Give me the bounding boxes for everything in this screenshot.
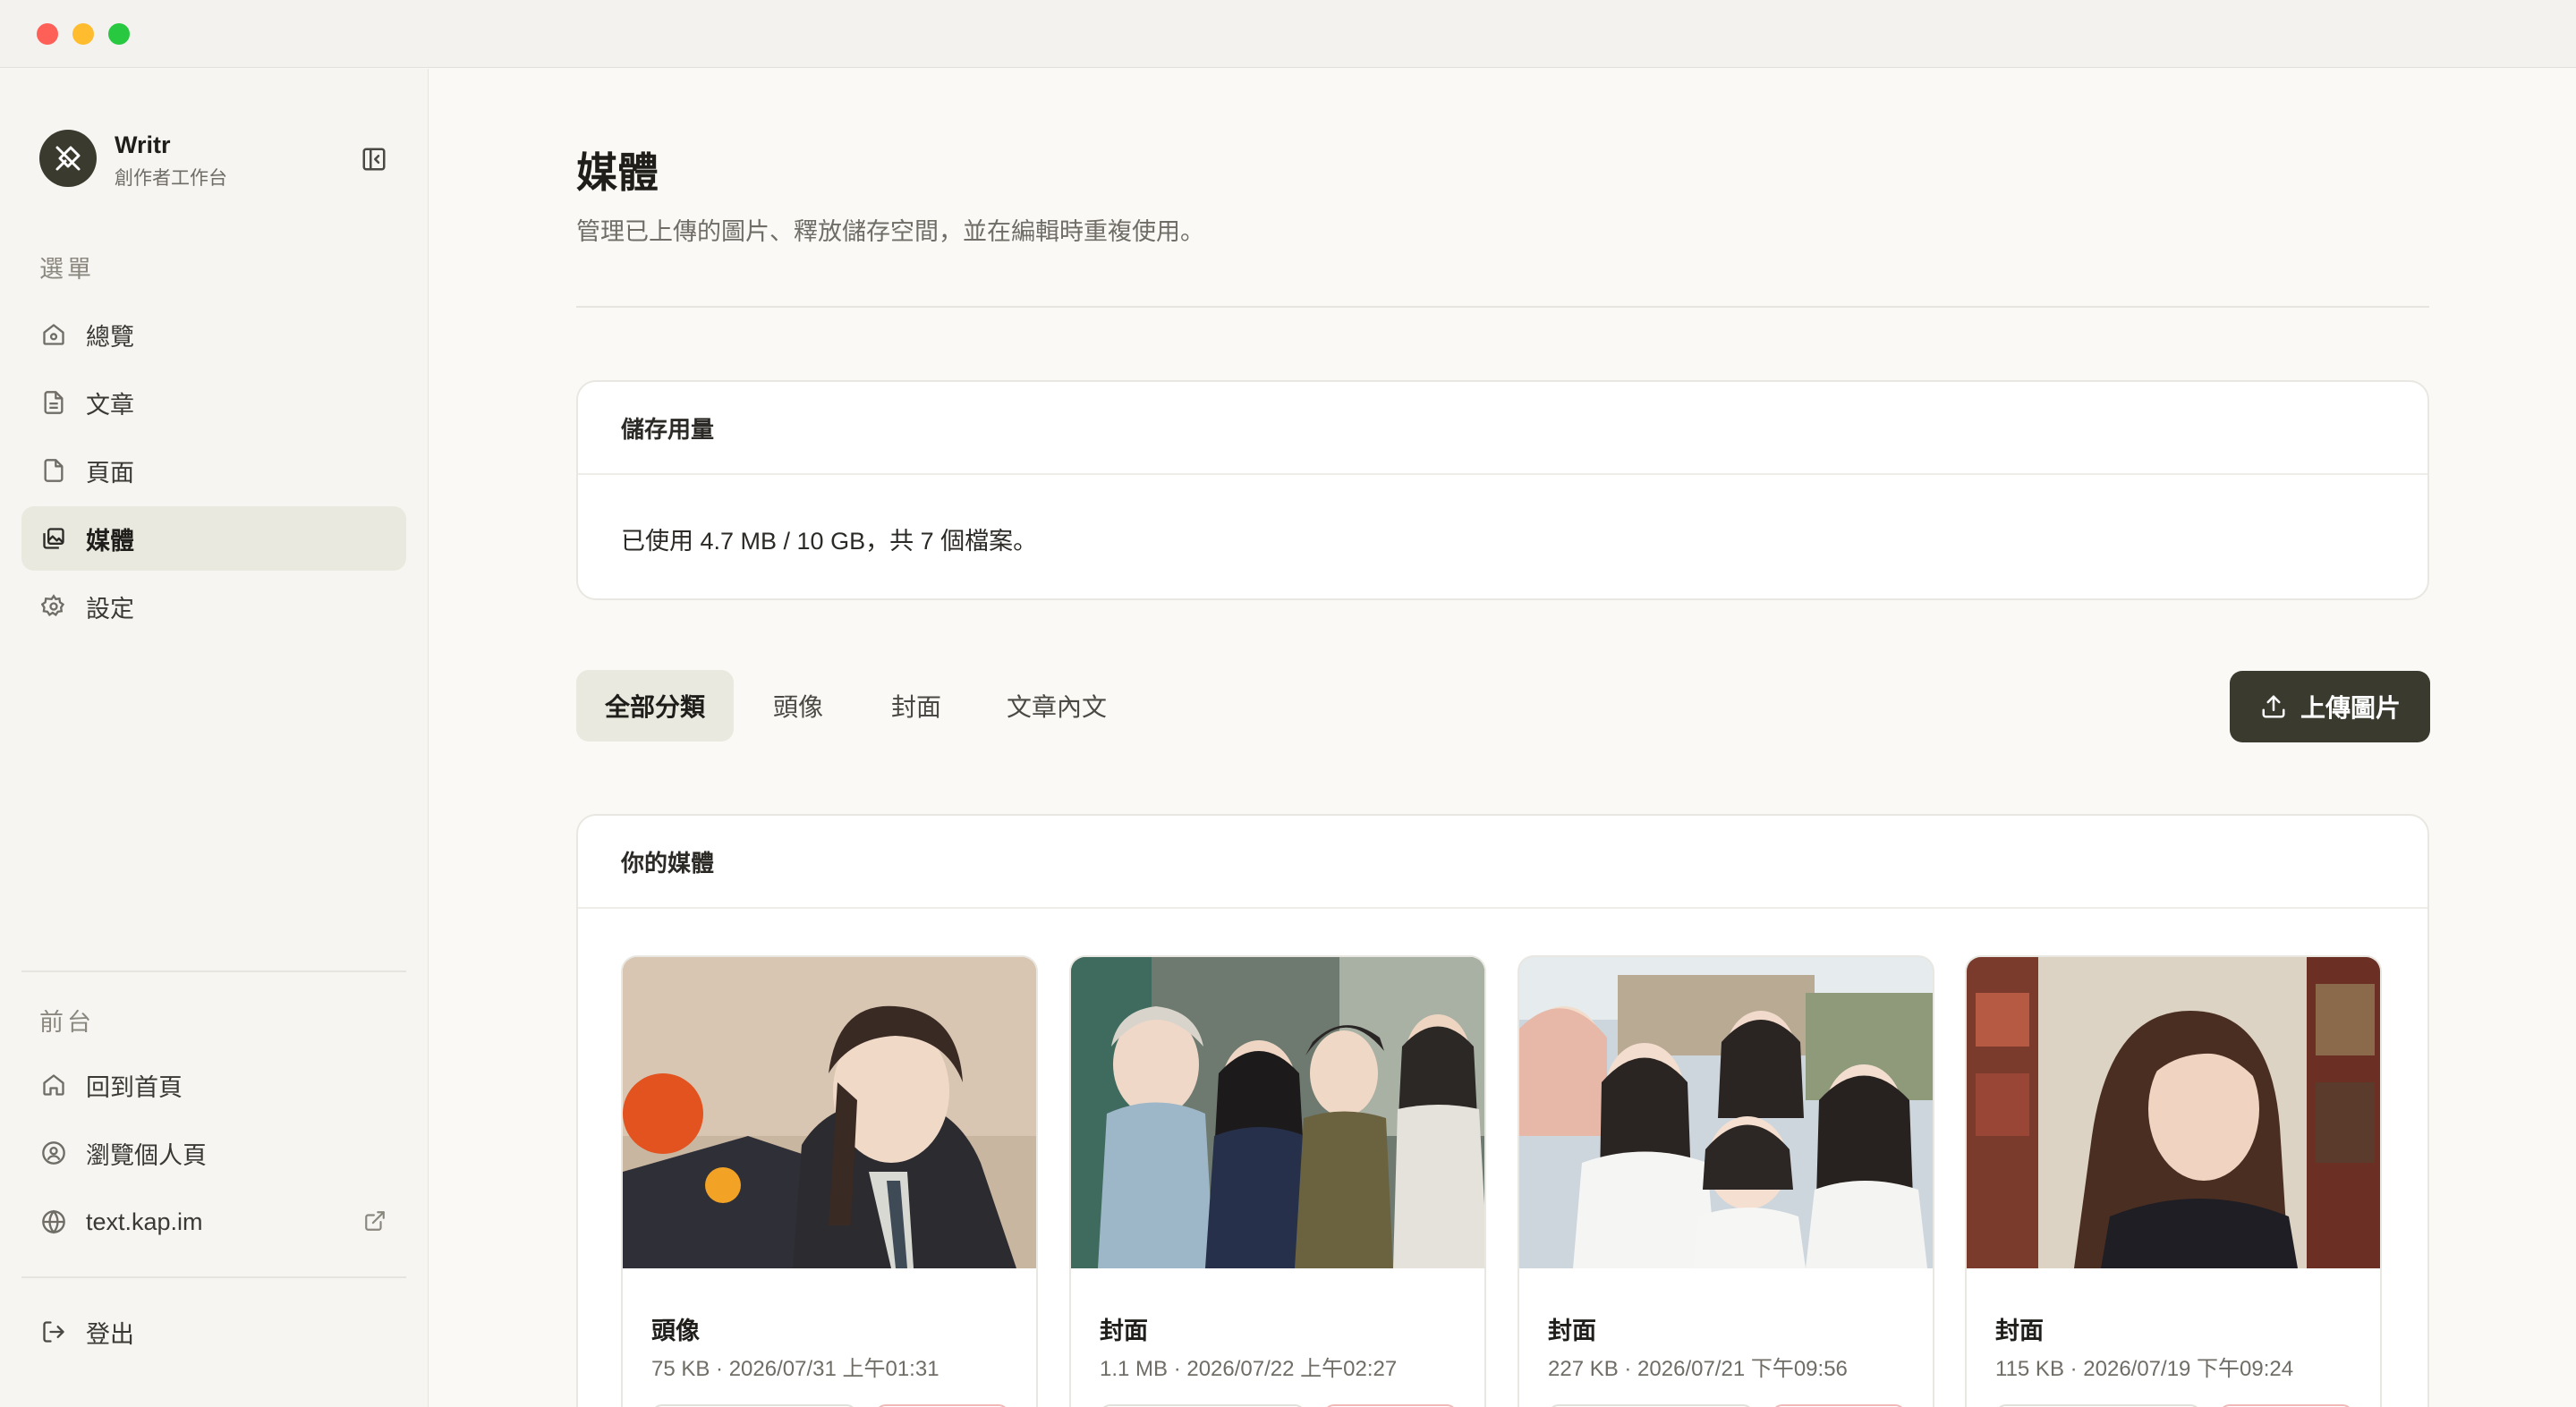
upload-icon bbox=[2259, 692, 2288, 721]
tab-all[interactable]: 全部分類 bbox=[576, 670, 734, 742]
media-item-meta: 115 KB · 2026/07/19 下午09:24 bbox=[1995, 1357, 2294, 1381]
sidebar-item-label: 設定 bbox=[86, 595, 134, 623]
page-icon bbox=[39, 456, 68, 485]
gear-icon bbox=[39, 592, 68, 621]
sidebar-item-media[interactable]: 媒體 bbox=[21, 506, 406, 571]
media-item[interactable]: 封面 1.1 MB · 2026/07/22 上午02:27 bbox=[1069, 955, 1486, 1407]
sidebar-item-articles[interactable]: 文章 bbox=[21, 370, 406, 435]
sidebar-item-label: 媒體 bbox=[86, 527, 134, 555]
sidebar-item-site-link[interactable]: text.kap.im bbox=[21, 1190, 406, 1254]
sidebar-divider bbox=[21, 970, 406, 972]
logout-button[interactable]: 登出 bbox=[21, 1300, 406, 1364]
sidebar-item-label: 總覽 bbox=[86, 323, 134, 351]
media-item-meta: 1.1 MB · 2026/07/22 上午02:27 bbox=[1100, 1357, 1398, 1381]
menu-section-label: 選單 bbox=[39, 256, 95, 283]
storage-heading: 儲存用量 bbox=[578, 382, 2427, 475]
media-item-meta: 75 KB · 2026/07/31 上午01:31 bbox=[651, 1357, 939, 1381]
sidebar-item-pages[interactable]: 頁面 bbox=[21, 438, 406, 503]
globe-icon bbox=[39, 1208, 68, 1236]
media-item-category: 封面 bbox=[1995, 1318, 2044, 1344]
media-thumbnail[interactable] bbox=[1967, 957, 2380, 1268]
media-item[interactable]: 頭像 75 KB · 2026/07/31 上午01:31 bbox=[621, 955, 1038, 1407]
home-outline-icon bbox=[39, 1071, 68, 1099]
sidebar-item-label: 頁面 bbox=[86, 459, 134, 487]
logout-icon bbox=[39, 1318, 68, 1346]
window-titlebar bbox=[0, 0, 2576, 68]
document-icon bbox=[39, 388, 68, 417]
sidebar-item-overview[interactable]: 總覽 bbox=[21, 302, 406, 367]
maximize-window-button[interactable] bbox=[108, 23, 130, 45]
minimize-window-button[interactable] bbox=[72, 23, 94, 45]
sidebar-item-view-profile[interactable]: 瀏覽個人頁 bbox=[21, 1121, 406, 1185]
tab-cover[interactable]: 封面 bbox=[871, 670, 961, 742]
sidebar-item-label: text.kap.im bbox=[86, 1208, 203, 1235]
collapse-sidebar-icon[interactable] bbox=[357, 142, 391, 176]
storage-usage-text: 已使用 4.7 MB / 10 GB，共 7 個檔案。 bbox=[621, 528, 1038, 555]
media-card: 你的媒體 頭像 75 KB · 2026/07/31 上午01:31 封面 1.… bbox=[576, 814, 2429, 1407]
sidebar-item-settings[interactable]: 設定 bbox=[21, 574, 406, 639]
media-thumbnail[interactable] bbox=[623, 957, 1036, 1268]
sidebar-item-label: 回到首頁 bbox=[86, 1073, 183, 1101]
sidebar-divider bbox=[21, 1276, 406, 1278]
brand-logo-icon bbox=[39, 130, 97, 187]
upload-label: 上傳圖片 bbox=[2300, 694, 2401, 722]
header-divider bbox=[576, 306, 2429, 308]
tab-avatar[interactable]: 頭像 bbox=[753, 670, 843, 742]
storage-card: 儲存用量 已使用 4.7 MB / 10 GB，共 7 個檔案。 bbox=[576, 380, 2429, 600]
upload-image-button[interactable]: 上傳圖片 bbox=[2230, 671, 2430, 742]
media-item-category: 封面 bbox=[1548, 1318, 1596, 1344]
tab-article-content[interactable]: 文章內文 bbox=[990, 670, 1124, 742]
page-subtitle: 管理已上傳的圖片、釋放儲存空間，並在編輯時重複使用。 bbox=[576, 218, 1204, 245]
app-name: Writr bbox=[115, 131, 171, 158]
media-thumbnail[interactable] bbox=[1519, 957, 1933, 1268]
logout-label: 登出 bbox=[86, 1320, 134, 1348]
brand: Writr 創作者工作台 bbox=[39, 130, 388, 189]
app-subtitle: 創作者工作台 bbox=[115, 168, 227, 189]
main-content: 媒體 管理已上傳的圖片、釋放儲存空間，並在編輯時重複使用。 儲存用量 已使用 4… bbox=[429, 69, 2576, 1407]
media-item-category: 封面 bbox=[1100, 1318, 1148, 1344]
sidebar-item-back-home[interactable]: 回到首頁 bbox=[21, 1053, 406, 1117]
media-icon bbox=[39, 524, 68, 553]
media-item[interactable]: 封面 115 KB · 2026/07/19 下午09:24 bbox=[1965, 955, 2382, 1407]
close-window-button[interactable] bbox=[37, 23, 58, 45]
external-link-icon[interactable] bbox=[361, 1208, 388, 1234]
home-icon bbox=[39, 320, 68, 349]
sidebar-item-label: 文章 bbox=[86, 391, 134, 419]
media-thumbnail[interactable] bbox=[1071, 957, 1484, 1268]
media-item[interactable]: 封面 227 KB · 2026/07/21 下午09:56 bbox=[1518, 955, 1934, 1407]
user-circle-icon bbox=[39, 1139, 68, 1167]
media-heading: 你的媒體 bbox=[578, 816, 2427, 909]
sidebar-item-label: 瀏覽個人頁 bbox=[86, 1141, 207, 1169]
media-item-category: 頭像 bbox=[651, 1318, 700, 1344]
front-section-label: 前台 bbox=[39, 1009, 95, 1036]
media-item-meta: 227 KB · 2026/07/21 下午09:56 bbox=[1548, 1357, 1848, 1381]
sidebar: Writr 創作者工作台 選單 總覽 文章 頁面 媒體 設定 前台 回到首頁 瀏… bbox=[0, 69, 429, 1407]
page-title: 媒體 bbox=[576, 149, 659, 196]
